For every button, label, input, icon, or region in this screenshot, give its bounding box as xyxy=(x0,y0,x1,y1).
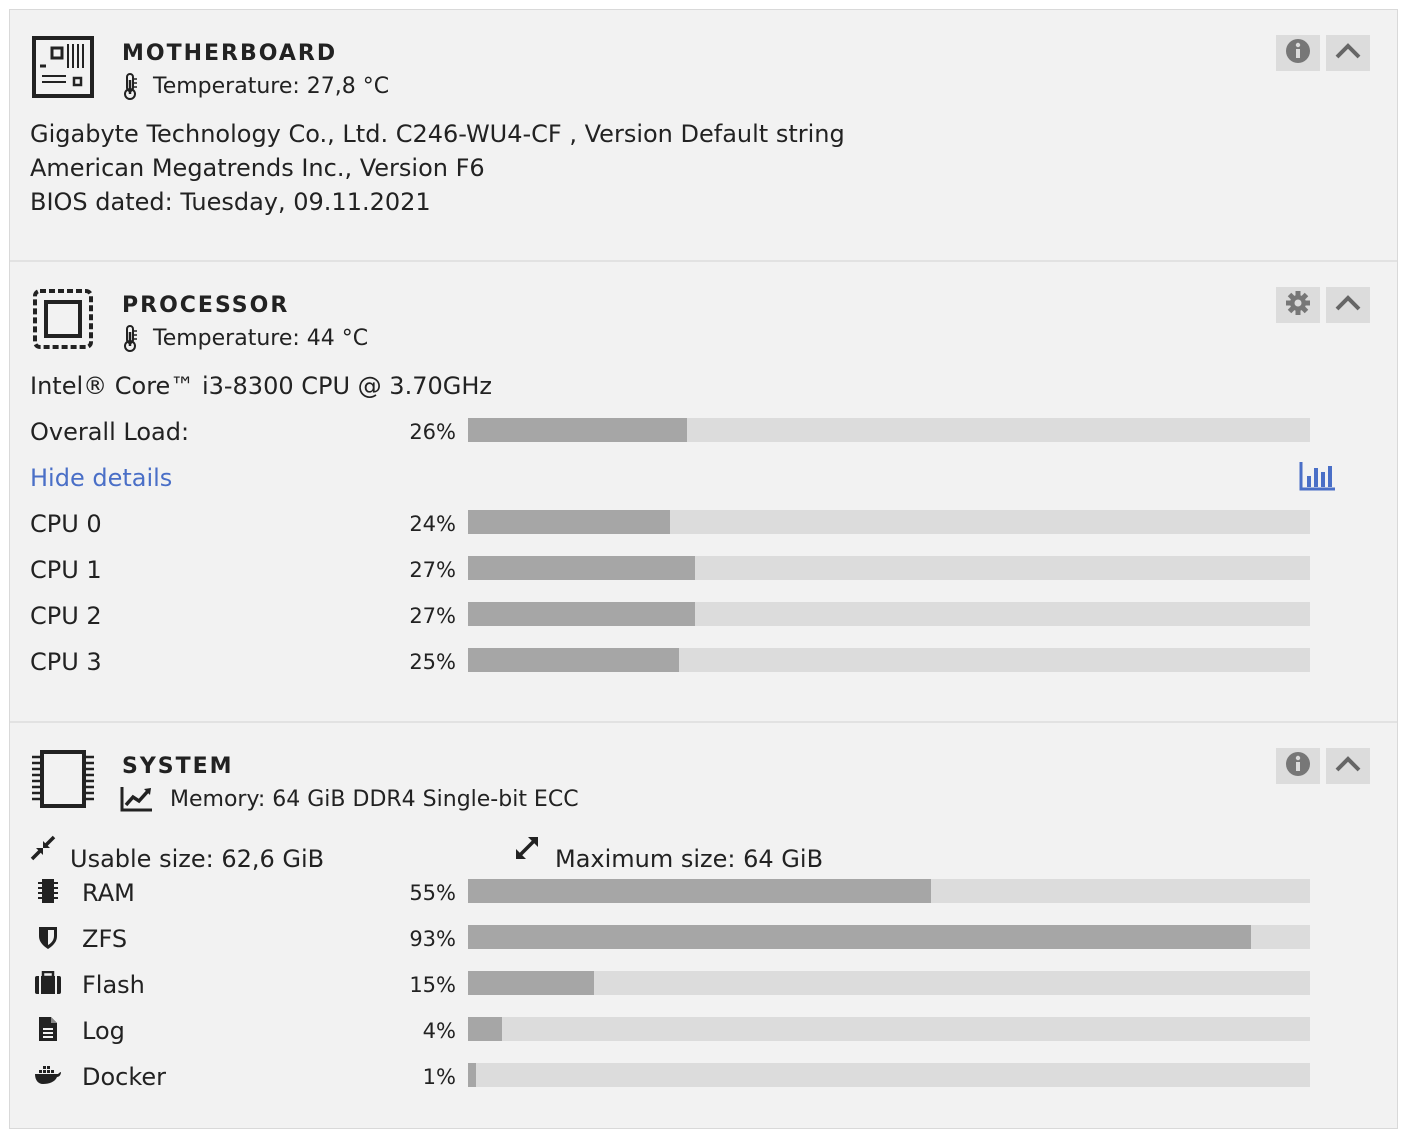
thermometer-icon xyxy=(120,72,140,100)
cpu-core-bar xyxy=(468,556,1310,580)
cpu-core-label: CPU 2 xyxy=(30,602,102,630)
chevron-up-icon xyxy=(1335,294,1361,316)
cpu-core-bar xyxy=(468,648,1310,672)
dashboard-container: MOTHERBOARD Temperature: 27,8 °C Gigabyt… xyxy=(9,9,1398,1129)
memory-row-percent: 15% xyxy=(409,973,456,997)
overall-load-bar xyxy=(468,418,1310,442)
memory-row-label: ZFS xyxy=(82,925,128,953)
maximum-size: Maximum size: 64 GiB xyxy=(555,845,824,873)
cpu-core-percent: 27% xyxy=(409,604,456,628)
memory-row-label: Flash xyxy=(82,971,145,999)
overall-load-percent: 26% xyxy=(409,420,456,444)
shield-icon xyxy=(34,923,62,951)
document-icon xyxy=(34,1015,62,1043)
cpu-core-bar xyxy=(468,510,1310,534)
memory-row-bar xyxy=(468,1063,1310,1087)
memory-row-label: Log xyxy=(82,1017,125,1045)
memory-row-label: Docker xyxy=(82,1063,167,1091)
memory-module-icon xyxy=(30,749,96,809)
memory-row-bar xyxy=(468,1017,1310,1041)
usable-size: Usable size: 62,6 GiB xyxy=(70,845,325,873)
memory-row-percent: 93% xyxy=(409,927,456,951)
collapse-button[interactable] xyxy=(1326,748,1370,784)
expand-icon xyxy=(514,835,540,861)
briefcase-icon xyxy=(34,969,62,997)
cpu-core-label: CPU 3 xyxy=(30,648,102,676)
hide-details-link[interactable]: Hide details xyxy=(30,464,172,492)
docker-icon xyxy=(34,1061,62,1089)
cpu-core-fill xyxy=(468,648,679,672)
bios-vendor: American Megatrends Inc., Version F6 xyxy=(30,154,485,182)
memory-row-bar xyxy=(468,971,1310,995)
memory-row-label: RAM xyxy=(82,879,135,907)
collapse-button[interactable] xyxy=(1326,287,1370,323)
gear-icon xyxy=(1285,290,1311,320)
memory-row-fill xyxy=(468,1017,502,1041)
cpu-model: Intel® Core™ i3-8300 CPU @ 3.70GHz xyxy=(30,372,492,400)
motherboard-title: MOTHERBOARD xyxy=(122,41,338,66)
memory-info: Memory: 64 GiB DDR4 Single-bit ECC xyxy=(170,787,579,812)
memory-row-percent: 1% xyxy=(422,1065,456,1089)
info-icon xyxy=(1285,38,1311,68)
memory-chip-icon xyxy=(34,877,62,905)
overall-load-fill xyxy=(468,418,687,442)
compress-icon xyxy=(30,835,56,861)
bar-chart-icon[interactable] xyxy=(1299,460,1337,492)
cpu-core-fill xyxy=(468,556,696,580)
chevron-up-icon xyxy=(1335,755,1361,777)
settings-button[interactable] xyxy=(1276,287,1320,323)
system-panel: SYSTEM Memory: 64 GiB DDR4 Single-bit EC… xyxy=(10,723,1397,1143)
info-button[interactable] xyxy=(1276,35,1320,71)
motherboard-icon xyxy=(32,36,94,98)
memory-row-bar xyxy=(468,925,1310,949)
motherboard-panel: MOTHERBOARD Temperature: 27,8 °C Gigabyt… xyxy=(10,10,1397,262)
memory-row-fill xyxy=(468,879,932,903)
cpu-core-percent: 25% xyxy=(409,650,456,674)
info-button[interactable] xyxy=(1276,748,1320,784)
cpu-core-percent: 24% xyxy=(409,512,456,536)
chevron-up-icon xyxy=(1335,42,1361,64)
memory-row-fill xyxy=(468,1063,477,1087)
collapse-button[interactable] xyxy=(1326,35,1370,71)
cpu-core-fill xyxy=(468,602,696,626)
line-chart-icon xyxy=(120,785,154,813)
cpu-icon xyxy=(32,288,94,350)
cpu-core-percent: 27% xyxy=(409,558,456,582)
cpu-core-label: CPU 0 xyxy=(30,510,102,538)
memory-row-fill xyxy=(468,925,1252,949)
processor-temperature: Temperature: 44 °C xyxy=(153,326,369,351)
processor-panel: PROCESSOR Temperature: 44 °C Intel® Core… xyxy=(10,262,1397,723)
memory-row-percent: 4% xyxy=(422,1019,456,1043)
memory-row-bar xyxy=(468,879,1310,903)
overall-load-label: Overall Load: xyxy=(30,418,190,446)
cpu-core-fill xyxy=(468,510,671,534)
bios-date: BIOS dated: Tuesday, 09.11.2021 xyxy=(30,188,431,216)
motherboard-model: Gigabyte Technology Co., Ltd. C246-WU4-C… xyxy=(30,120,845,148)
cpu-core-bar xyxy=(468,602,1310,626)
memory-row-percent: 55% xyxy=(409,881,456,905)
system-title: SYSTEM xyxy=(122,754,234,779)
thermometer-icon xyxy=(120,324,140,352)
memory-row-fill xyxy=(468,971,595,995)
processor-title: PROCESSOR xyxy=(122,293,290,318)
cpu-core-label: CPU 1 xyxy=(30,556,102,584)
motherboard-temperature: Temperature: 27,8 °C xyxy=(153,74,390,99)
info-icon xyxy=(1285,751,1311,781)
